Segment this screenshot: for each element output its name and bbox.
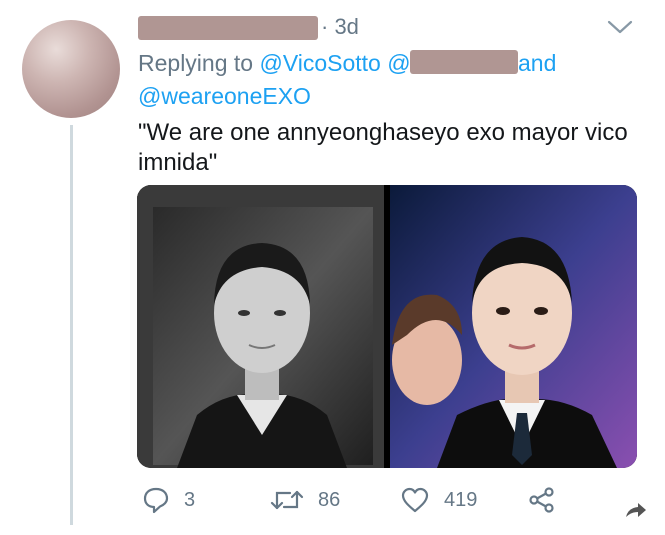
chevron-down-icon[interactable]	[606, 18, 634, 36]
retweet-icon	[270, 490, 304, 510]
replying-to-line: Replying to @VicoSotto @	[138, 50, 411, 77]
replying-to-line-2: @weareoneEXO	[138, 83, 311, 110]
heart-icon	[401, 487, 429, 513]
thread-line	[70, 125, 73, 525]
tweet-text: "We are one annyeonghaseyo exo mayor vic…	[138, 119, 628, 176]
mention-redacted-prefix[interactable]: @	[387, 50, 410, 76]
share-action[interactable]	[528, 486, 556, 514]
share-icon	[529, 487, 554, 513]
redacted-mention-handle	[410, 50, 518, 74]
tweet-media[interactable]	[137, 185, 637, 468]
tweet-timestamp[interactable]: · 3d	[321, 14, 359, 40]
replying-to-label: Replying to	[138, 50, 254, 76]
redacted-display-name	[138, 16, 318, 40]
forward-arrow-icon[interactable]	[624, 500, 648, 520]
mention-vicosotto[interactable]: @VicoSotto	[259, 50, 380, 76]
and-label: and	[518, 50, 557, 76]
retweet-count: 86	[318, 488, 341, 511]
like-count: 419	[444, 488, 478, 511]
like-action[interactable]: 419	[400, 486, 477, 514]
mention-weareoneexo[interactable]: @weareoneEXO	[138, 83, 311, 109]
retweet-action[interactable]: 86	[270, 486, 340, 514]
reply-count: 3	[184, 488, 196, 511]
avatar[interactable]	[22, 20, 120, 118]
reply-bubble-icon	[143, 487, 169, 514]
action-bar: 3 86 419	[0, 478, 665, 528]
reply-action[interactable]: 3	[142, 486, 195, 514]
